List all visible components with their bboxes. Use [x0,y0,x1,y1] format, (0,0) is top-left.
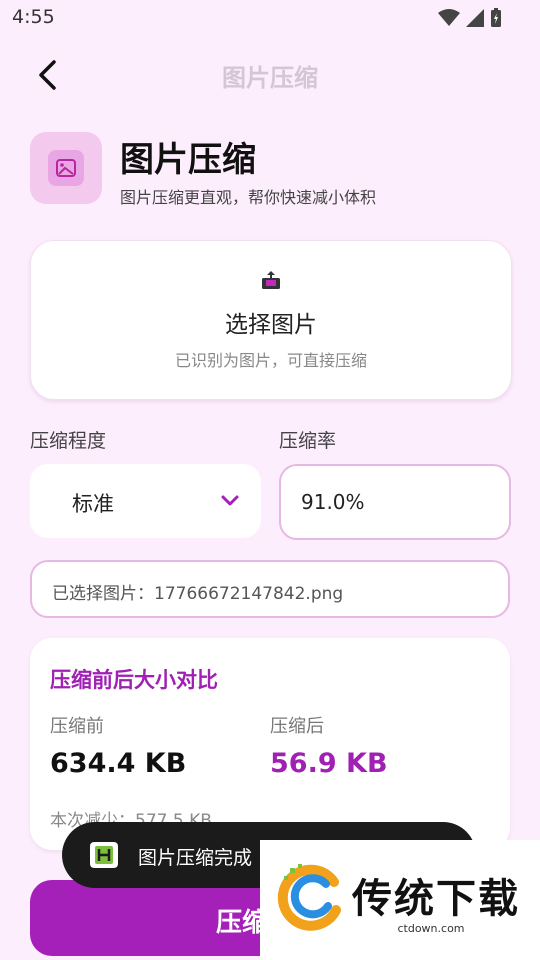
wifi-icon [438,9,460,26]
select-image-label: 选择图片 [225,312,317,338]
app-logo-icon [90,842,118,868]
selected-file-field: 已选择图片：17766672147842.png [30,560,510,618]
page-subtitle: 图片压缩更直观，帮你快速减小体积 [120,188,377,207]
after-label: 压缩后 [270,716,324,737]
upload-icon [262,271,280,289]
app-icon [30,132,102,204]
rate-label: 压缩率 [279,430,337,452]
compression-rate-value: 91.0% [301,490,365,514]
compression-level-dropdown[interactable]: 标准 [30,464,261,538]
compression-level-value: 标准 [72,492,114,516]
select-image-hint: 已识别为图片，可直接压缩 [174,351,367,370]
chevron-down-icon [221,495,239,506]
level-label: 压缩程度 [30,430,107,452]
battery-icon [491,8,501,27]
before-size: 634.4 KB [50,748,187,779]
watermark-brand: 传统下载 [352,876,520,922]
select-image-card[interactable]: 选择图片 已识别为图片，可直接压缩 [30,240,512,400]
status-time: 4:55 [12,6,55,28]
status-icons [438,8,502,28]
size-comparison-card: 压缩前后大小对比 压缩前 压缩后 634.4 KB 56.9 KB 本次减少：5… [30,638,510,850]
compression-rate-field[interactable]: 91.0% [279,464,511,540]
toast-message: 图片压缩完成 [138,847,253,869]
signal-icon [466,9,484,27]
watermark-url: ctdown.com [352,922,510,935]
watermark: 传统下载 ctdown.com [260,840,540,960]
watermark-logo-icon [277,864,341,931]
page-title: 图片压缩 [120,140,256,180]
after-size: 56.9 KB [270,748,388,779]
before-label: 压缩前 [50,716,104,737]
header-title: 图片压缩 [222,64,318,92]
comparison-title: 压缩前后大小对比 [50,668,218,692]
image-icon [48,150,84,186]
selected-file-text: 已选择图片：17766672147842.png [52,584,344,604]
status-bar: 4:55 [0,0,540,36]
